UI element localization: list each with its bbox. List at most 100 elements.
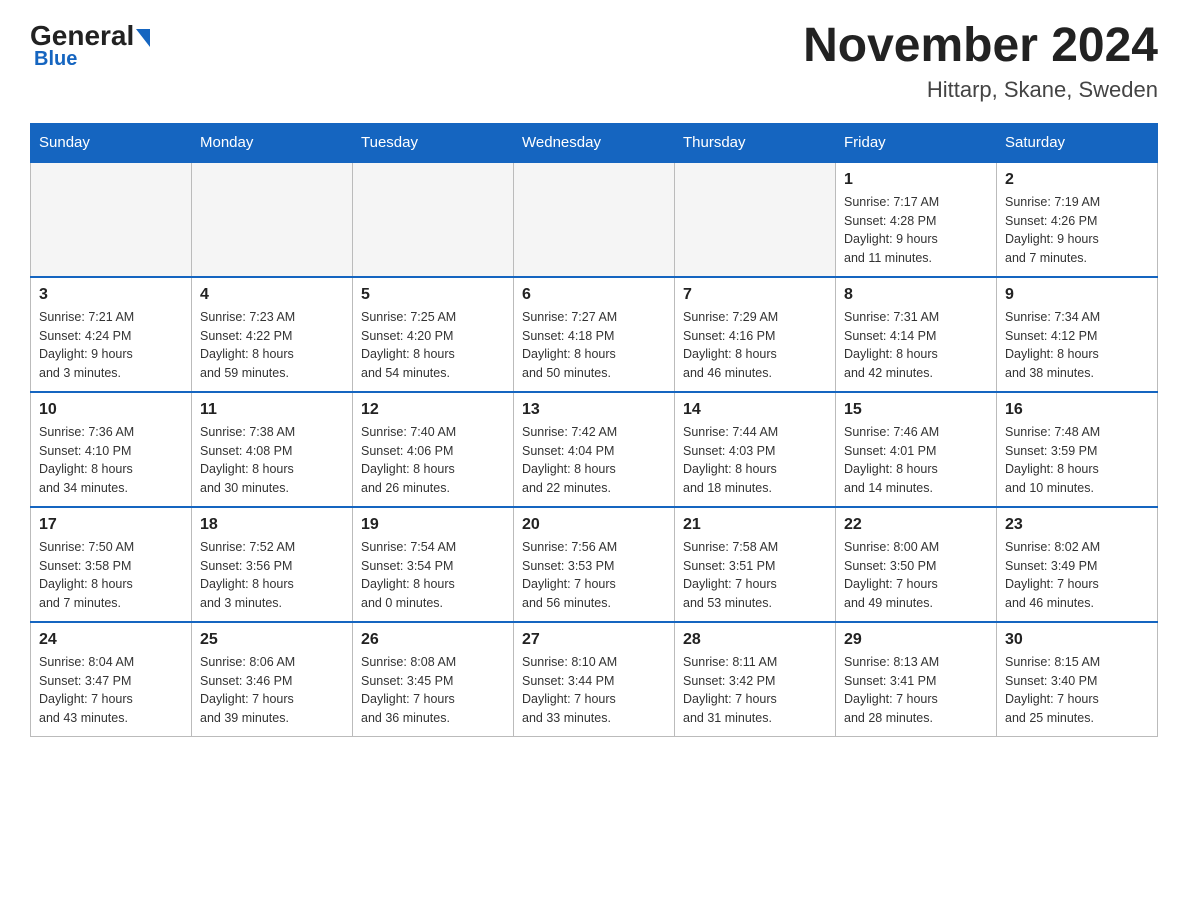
day-number: 12 <box>361 401 505 419</box>
calendar-cell: 23 Sunrise: 8:02 AM Sunset: 3:49 PM Dayli… <box>997 507 1158 622</box>
day-number: 5 <box>361 286 505 304</box>
day-info: Sunrise: 7:19 AM Sunset: 4:26 PM Dayligh… <box>1005 193 1149 268</box>
calendar-cell: 28Sunrise: 8:11 AM Sunset: 3:42 PM Dayli… <box>675 622 836 737</box>
calendar-cell: 30Sunrise: 8:15 AM Sunset: 3:40 PM Dayli… <box>997 622 1158 737</box>
day-number: 27 <box>522 631 666 649</box>
day-number: 26 <box>361 631 505 649</box>
day-info: Sunrise: 7:31 AM Sunset: 4:14 PM Dayligh… <box>844 308 988 383</box>
calendar-table: SundayMondayTuesdayWednesdayThursdayFrid… <box>30 123 1158 737</box>
weekday-header-row: SundayMondayTuesdayWednesdayThursdayFrid… <box>31 123 1158 162</box>
day-number: 4 <box>200 286 344 304</box>
day-number: 29 <box>844 631 988 649</box>
day-number: 10 <box>39 401 183 419</box>
weekday-header-wednesday: Wednesday <box>514 123 675 162</box>
logo-triangle-icon <box>136 29 150 47</box>
day-info: Sunrise: 7:36 AM Sunset: 4:10 PM Dayligh… <box>39 423 183 498</box>
day-number: 14 <box>683 401 827 419</box>
day-info: Sunrise: 7:27 AM Sunset: 4:18 PM Dayligh… <box>522 308 666 383</box>
calendar-cell: 8 Sunrise: 7:31 AM Sunset: 4:14 PM Daylig… <box>836 277 997 392</box>
day-number: 19 <box>361 516 505 534</box>
day-info: Sunrise: 7:46 AM Sunset: 4:01 PM Dayligh… <box>844 423 988 498</box>
calendar-cell: 22 Sunrise: 8:00 AM Sunset: 3:50 PM Dayli… <box>836 507 997 622</box>
logo: General Blue <box>30 20 150 71</box>
day-number: 7 <box>683 286 827 304</box>
day-number: 2 <box>1005 171 1149 189</box>
day-info: Sunrise: 8:15 AM Sunset: 3:40 PM Dayligh… <box>1005 653 1149 728</box>
day-info: Sunrise: 7:50 AM Sunset: 3:58 PM Dayligh… <box>39 538 183 613</box>
calendar-week-row: 24 Sunrise: 8:04 AM Sunset: 3:47 PM Dayli… <box>31 622 1158 737</box>
calendar-cell: 27Sunrise: 8:10 AM Sunset: 3:44 PM Dayli… <box>514 622 675 737</box>
day-info: Sunrise: 7:56 AM Sunset: 3:53 PM Dayligh… <box>522 538 666 613</box>
weekday-header-thursday: Thursday <box>675 123 836 162</box>
day-number: 21 <box>683 516 827 534</box>
calendar-cell: 11Sunrise: 7:38 AM Sunset: 4:08 PM Dayli… <box>192 392 353 507</box>
day-info: Sunrise: 8:06 AM Sunset: 3:46 PM Dayligh… <box>200 653 344 728</box>
day-number: 24 <box>39 631 183 649</box>
calendar-week-row: 10 Sunrise: 7:36 AM Sunset: 4:10 PM Dayli… <box>31 392 1158 507</box>
calendar-week-row: 17Sunrise: 7:50 AM Sunset: 3:58 PM Dayli… <box>31 507 1158 622</box>
day-number: 13 <box>522 401 666 419</box>
day-number: 15 <box>844 401 988 419</box>
calendar-cell: 16 Sunrise: 7:48 AM Sunset: 3:59 PM Dayli… <box>997 392 1158 507</box>
day-info: Sunrise: 7:34 AM Sunset: 4:12 PM Dayligh… <box>1005 308 1149 383</box>
day-number: 9 <box>1005 286 1149 304</box>
calendar-cell: 2 Sunrise: 7:19 AM Sunset: 4:26 PM Daylig… <box>997 162 1158 277</box>
calendar-cell: 20 Sunrise: 7:56 AM Sunset: 3:53 PM Dayli… <box>514 507 675 622</box>
page-header: General Blue November 2024 Hittarp, Skan… <box>30 20 1158 103</box>
calendar-cell: 1 Sunrise: 7:17 AM Sunset: 4:28 PM Daylig… <box>836 162 997 277</box>
day-info: Sunrise: 8:02 AM Sunset: 3:49 PM Dayligh… <box>1005 538 1149 613</box>
calendar-cell: 17Sunrise: 7:50 AM Sunset: 3:58 PM Dayli… <box>31 507 192 622</box>
month-title: November 2024 <box>803 20 1158 73</box>
calendar-cell: 14 Sunrise: 7:44 AM Sunset: 4:03 PM Dayli… <box>675 392 836 507</box>
day-info: Sunrise: 7:21 AM Sunset: 4:24 PM Dayligh… <box>39 308 183 383</box>
day-number: 8 <box>844 286 988 304</box>
calendar-cell: 18 Sunrise: 7:52 AM Sunset: 3:56 PM Dayli… <box>192 507 353 622</box>
day-info: Sunrise: 7:25 AM Sunset: 4:20 PM Dayligh… <box>361 308 505 383</box>
day-info: Sunrise: 8:13 AM Sunset: 3:41 PM Dayligh… <box>844 653 988 728</box>
calendar-cell: 26 Sunrise: 8:08 AM Sunset: 3:45 PM Dayli… <box>353 622 514 737</box>
calendar-cell: 5 Sunrise: 7:25 AM Sunset: 4:20 PM Daylig… <box>353 277 514 392</box>
calendar-cell: 19 Sunrise: 7:54 AM Sunset: 3:54 PM Dayli… <box>353 507 514 622</box>
day-number: 6 <box>522 286 666 304</box>
day-info: Sunrise: 7:40 AM Sunset: 4:06 PM Dayligh… <box>361 423 505 498</box>
calendar-cell: 7Sunrise: 7:29 AM Sunset: 4:16 PM Daylig… <box>675 277 836 392</box>
calendar-cell <box>514 162 675 277</box>
day-number: 25 <box>200 631 344 649</box>
calendar-cell: 3 Sunrise: 7:21 AM Sunset: 4:24 PM Daylig… <box>31 277 192 392</box>
weekday-header-friday: Friday <box>836 123 997 162</box>
day-info: Sunrise: 7:17 AM Sunset: 4:28 PM Dayligh… <box>844 193 988 268</box>
calendar-cell: 29 Sunrise: 8:13 AM Sunset: 3:41 PM Dayli… <box>836 622 997 737</box>
day-info: Sunrise: 7:23 AM Sunset: 4:22 PM Dayligh… <box>200 308 344 383</box>
day-number: 23 <box>1005 516 1149 534</box>
day-number: 22 <box>844 516 988 534</box>
calendar-cell <box>31 162 192 277</box>
day-number: 3 <box>39 286 183 304</box>
day-number: 16 <box>1005 401 1149 419</box>
day-info: Sunrise: 8:08 AM Sunset: 3:45 PM Dayligh… <box>361 653 505 728</box>
calendar-cell <box>675 162 836 277</box>
title-section: November 2024 Hittarp, Skane, Sweden <box>803 20 1158 103</box>
day-info: Sunrise: 7:44 AM Sunset: 4:03 PM Dayligh… <box>683 423 827 498</box>
day-info: Sunrise: 8:04 AM Sunset: 3:47 PM Dayligh… <box>39 653 183 728</box>
day-info: Sunrise: 7:42 AM Sunset: 4:04 PM Dayligh… <box>522 423 666 498</box>
weekday-header-sunday: Sunday <box>31 123 192 162</box>
logo-blue: Blue <box>34 48 150 71</box>
calendar-cell <box>192 162 353 277</box>
day-info: Sunrise: 7:48 AM Sunset: 3:59 PM Dayligh… <box>1005 423 1149 498</box>
day-info: Sunrise: 7:52 AM Sunset: 3:56 PM Dayligh… <box>200 538 344 613</box>
calendar-week-row: 1 Sunrise: 7:17 AM Sunset: 4:28 PM Daylig… <box>31 162 1158 277</box>
calendar-cell: 4 Sunrise: 7:23 AM Sunset: 4:22 PM Daylig… <box>192 277 353 392</box>
weekday-header-monday: Monday <box>192 123 353 162</box>
day-info: Sunrise: 8:00 AM Sunset: 3:50 PM Dayligh… <box>844 538 988 613</box>
location-title: Hittarp, Skane, Sweden <box>803 77 1158 103</box>
calendar-cell: 21Sunrise: 7:58 AM Sunset: 3:51 PM Dayli… <box>675 507 836 622</box>
calendar-cell: 6 Sunrise: 7:27 AM Sunset: 4:18 PM Daylig… <box>514 277 675 392</box>
day-number: 18 <box>200 516 344 534</box>
calendar-cell: 9 Sunrise: 7:34 AM Sunset: 4:12 PM Daylig… <box>997 277 1158 392</box>
calendar-cell: 15 Sunrise: 7:46 AM Sunset: 4:01 PM Dayli… <box>836 392 997 507</box>
day-number: 20 <box>522 516 666 534</box>
calendar-week-row: 3 Sunrise: 7:21 AM Sunset: 4:24 PM Daylig… <box>31 277 1158 392</box>
day-number: 28 <box>683 631 827 649</box>
day-number: 1 <box>844 171 988 189</box>
day-info: Sunrise: 7:54 AM Sunset: 3:54 PM Dayligh… <box>361 538 505 613</box>
